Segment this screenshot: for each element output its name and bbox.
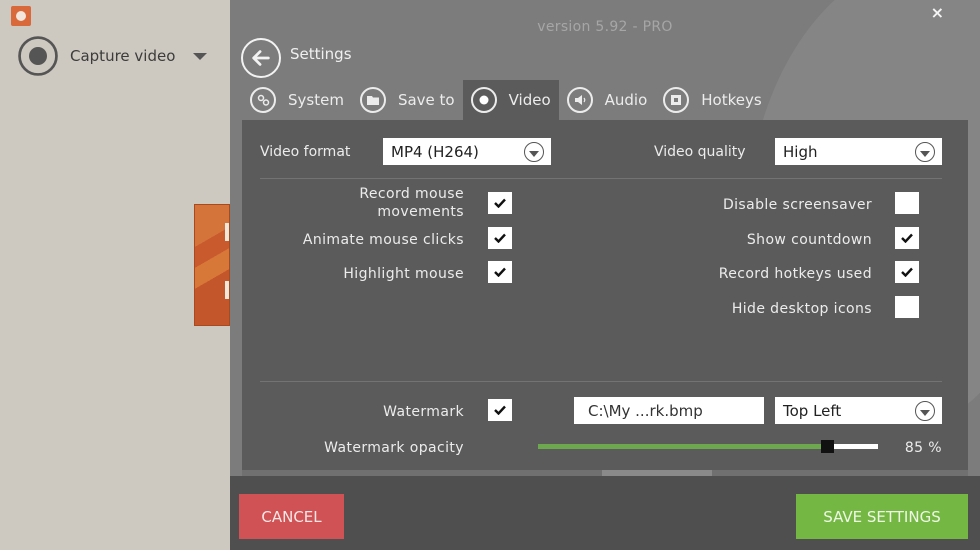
version-label: version 5.92 - PRO [537,19,673,35]
watermark-label: Watermark [383,404,464,420]
watermark-position-value: Top Left [783,401,842,420]
back-button[interactable] [241,38,281,78]
dialog-footer: CANCEL SAVE SETTINGS [230,476,980,550]
record-hotkeys-label: Record hotkeys used [718,266,872,282]
checkmark-icon [494,267,506,277]
chevron-down-icon [915,401,935,421]
speaker-icon [566,87,593,113]
record-mouse-movements-checkbox[interactable] [488,192,512,214]
show-countdown-label: Show countdown [746,232,872,248]
divider [260,381,942,382]
chevron-down-icon [524,142,544,162]
hide-desktop-icons-label: Hide desktop icons [731,301,872,317]
watermark-checkbox[interactable] [488,399,512,421]
watermark-file-input[interactable]: C:\My ...rk.bmp [574,397,764,424]
folder-icon [359,87,386,113]
page-title: Settings [290,45,352,63]
show-countdown-checkbox[interactable] [895,227,919,249]
chevron-down-icon [915,142,935,162]
disable-screensaver-checkbox[interactable] [895,192,919,214]
tab-label: Hotkeys [701,91,762,109]
gears-icon [250,87,276,113]
tab-hotkeys[interactable]: Hotkeys [655,80,769,120]
video-quality-value: High [783,142,818,161]
video-settings-panel: Video format MP4 (H264) Video quality Hi… [242,120,968,470]
tab-label: Save to [397,91,455,109]
cancel-button[interactable]: CANCEL [239,494,344,539]
watermark-opacity-slider[interactable] [538,440,878,453]
record-icon [18,36,58,76]
slider-thumb[interactable] [821,440,834,453]
caret-down-icon[interactable] [193,52,208,60]
watermark-opacity-label: Watermark opacity [324,440,464,456]
tab-label: System [288,91,344,109]
animate-mouse-clicks-label: Animate mouse clicks [302,232,464,248]
hide-desktop-icons-checkbox[interactable] [895,296,919,318]
highlight-mouse-checkbox[interactable] [488,261,512,283]
main-window: Capture video [0,0,230,550]
capture-mode-label: Capture video [70,47,176,65]
record-hotkeys-checkbox[interactable] [895,261,919,283]
video-quality-select[interactable]: High [775,138,942,165]
video-format-value: MP4 (H264) [391,142,479,161]
keyboard-key-icon [663,87,690,113]
checkmark-icon [494,198,506,208]
app-logo-icon [11,6,31,26]
close-button[interactable]: × [931,3,944,22]
watermark-position-select[interactable]: Top Left [775,397,942,424]
tab-save-to[interactable]: Save to [352,80,463,120]
tab-system[interactable]: System [242,80,352,120]
slider-fill [538,444,827,449]
checkmark-icon [494,233,506,243]
disable-screensaver-label: Disable screensaver [722,197,872,213]
settings-tabs: System Save to Video Audio Hotkeys [242,80,770,120]
video-quality-label: Video quality [654,144,746,160]
checkmark-icon [901,267,913,277]
capture-mode-selector[interactable]: Capture video [16,36,221,76]
settings-dialog: version 5.92 - PRO × Settings System Sav… [230,0,980,550]
tab-label: Audio [604,91,648,109]
video-format-label: Video format [260,144,351,160]
highlight-mouse-label: Highlight mouse [343,266,464,282]
tab-video[interactable]: Video [462,80,559,120]
record-icon [470,87,497,113]
video-format-select[interactable]: MP4 (H264) [383,138,551,165]
divider [260,178,942,179]
checkmark-icon [494,405,506,415]
tab-label: Video [508,91,551,109]
tab-audio[interactable]: Audio [559,80,656,120]
arrow-left-icon [252,50,270,66]
record-mouse-movements-label: Record mouse movements [359,186,464,220]
checkmark-icon [901,233,913,243]
animate-mouse-clicks-checkbox[interactable] [488,227,512,249]
save-settings-button[interactable]: SAVE SETTINGS [796,494,968,539]
watermark-opacity-value: 85 % [904,440,942,456]
recording-frame-handle[interactable] [194,204,230,326]
